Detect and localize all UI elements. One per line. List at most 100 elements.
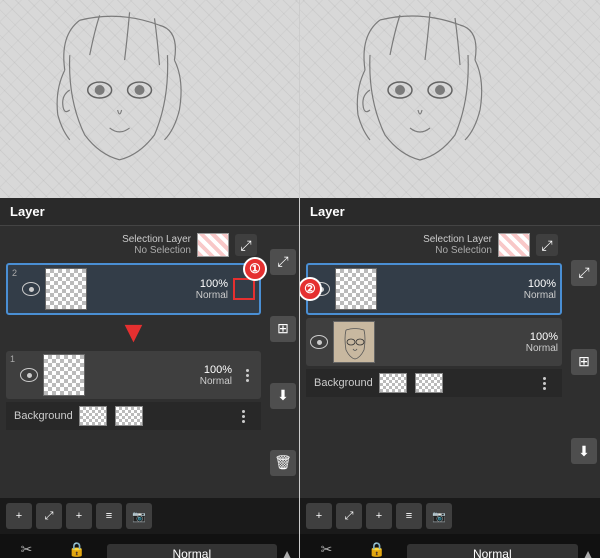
layer-info-1-p2: 100% Normal [380, 331, 558, 354]
footer-tab-clipping-p2[interactable]: ✂ Clipping [306, 539, 347, 558]
selection-layer-icon-2[interactable]: ⤢ [536, 234, 558, 256]
side-transform-icon-p1[interactable]: ⊞ [270, 316, 296, 342]
selection-layer-info-2: Selection Layer No Selection [423, 234, 492, 256]
camera-btn-p2[interactable]: 📷 [426, 503, 452, 529]
side-download-icon-p2[interactable]: ⬇ [571, 438, 597, 464]
selection-layer-title-2: Selection Layer [423, 234, 492, 245]
layer-header-label-2: Layer [310, 204, 345, 219]
footer-tab-alphalock-p1[interactable]: 🔒 Alpha Lock [51, 539, 103, 558]
more-dots-bg-p1[interactable] [233, 406, 253, 426]
layer-side-icons-p1: ⤢ ⊞ ⬇ 🗑 [267, 226, 299, 498]
bg-label-p2: Background [314, 377, 373, 389]
layer-info-2-p1: 100% Normal [92, 278, 228, 301]
bg-thumb2-p2 [415, 373, 443, 393]
selection-layer-row-2: Selection Layer No Selection ⤢ [306, 230, 562, 260]
layer-panel-1: Layer Selection Layer No Selection ⤢ 2 [0, 198, 299, 558]
bg-label-p1: Background [14, 410, 73, 422]
camera-btn-p1[interactable]: 📷 [126, 503, 152, 529]
layer-blend-1-p1: Normal [200, 376, 232, 387]
arrow-container-p1: ▼ [6, 318, 261, 348]
layer-panel-header-1: Layer [0, 198, 299, 226]
side-trash-icon-p1[interactable]: 🗑 [270, 450, 296, 476]
selection-layer-sub-2: No Selection [423, 245, 492, 256]
layer-row-2-panel1[interactable]: 2 100% Normal ① [6, 263, 261, 315]
layer-opacity-1-p1: 100% [204, 364, 232, 376]
badge-1: ① [243, 257, 267, 281]
layer-header-label-1: Layer [10, 204, 45, 219]
footer-tab-clipping-p1[interactable]: ✂ Clipping [6, 539, 47, 558]
layer-info-2-p2: 100% Normal [382, 278, 556, 301]
merge-layer-btn-p2[interactable]: + [366, 503, 392, 529]
bottom-toolbar-p1: + ⤢ + ≡ 📷 [0, 498, 299, 534]
layer-thumb-1-p2 [333, 321, 375, 363]
copy-layer-btn-p1[interactable]: ⤢ [36, 503, 62, 529]
layer-row-1-panel2[interactable]: 100% Normal [306, 318, 562, 366]
layer-content-1: Selection Layer No Selection ⤢ 2 100% [0, 226, 299, 498]
eye-icon-1-p1[interactable] [20, 368, 38, 382]
layer-side-icons-p2: ⤢ ⊞ ⬇ [568, 226, 600, 498]
layer-info-1-p1: 100% Normal [90, 364, 232, 387]
alphalock-icon-p2: 🔒 [368, 541, 385, 558]
layer-thumb-2-p2 [335, 268, 377, 310]
bg-thumb-p2 [379, 373, 407, 393]
panel-1: Layer Selection Layer No Selection ⤢ 2 [0, 0, 300, 558]
selection-layer-thumb-1 [197, 233, 229, 257]
layer-row-1-panel1[interactable]: 1 100% Normal [6, 351, 261, 399]
bottom-toolbar-p2: + ⤢ + ≡ 📷 [300, 498, 600, 534]
chevron-up-p1[interactable]: ▲ [281, 547, 293, 558]
layer-opacity-2-p2: 100% [528, 278, 556, 290]
selection-layer-icon-1[interactable]: ⤢ [235, 234, 257, 256]
clipping-icon-p2: ✂ [321, 541, 333, 558]
layer-panel-2: Layer Selection Layer No Selection ⤢ ② [300, 198, 600, 558]
background-row-p1: Background [6, 402, 261, 430]
layer-blend-2-p1: Normal [196, 290, 228, 301]
more-dots-1-p1[interactable] [237, 365, 257, 385]
sketch-area-1 [0, 0, 299, 200]
layer-opacity-2-p1: 100% [200, 278, 228, 290]
chevron-up-p2[interactable]: ▲ [582, 547, 594, 558]
footer-bar-p1: ✂ Clipping 🔒 Alpha Lock Normal ▲ [0, 534, 299, 558]
background-row-p2: Background [306, 369, 562, 397]
badge-2: ② [300, 277, 322, 301]
side-download-icon-p1[interactable]: ⬇ [270, 383, 296, 409]
bg-thumb-p1 [79, 406, 107, 426]
layer-row-2-panel2[interactable]: ② 100% Normal [306, 263, 562, 315]
layer-blend-1-p2: Normal [526, 343, 558, 354]
layer-thumb-1-p1 [43, 354, 85, 396]
side-move-icon-p2[interactable]: ⤢ [571, 260, 597, 286]
layer-blend-2-p2: Normal [524, 290, 556, 301]
selection-layer-row-1: Selection Layer No Selection ⤢ [6, 230, 261, 260]
flatten-btn-p1[interactable]: ≡ [96, 503, 122, 529]
side-transform-icon-p2[interactable]: ⊞ [571, 349, 597, 375]
footer-bar-p2: ✂ Clipping 🔒 Alpha Lock Normal ▲ ③ [300, 534, 600, 558]
eye-icon-2-p1[interactable] [22, 282, 40, 296]
red-arrow-p1: ▼ [119, 318, 149, 348]
layer-thumb-border-2-p1 [233, 278, 255, 300]
eye-icon-1-p2[interactable] [310, 335, 328, 349]
footer-tab-alphalock-p2[interactable]: 🔒 Alpha Lock [351, 539, 403, 558]
bg-thumb2-p1 [115, 406, 143, 426]
panel-2: Layer Selection Layer No Selection ⤢ ② [300, 0, 600, 558]
layer-panel-header-2: Layer [300, 198, 600, 226]
selection-layer-title-1: Selection Layer [122, 234, 191, 245]
side-move-icon-p1[interactable]: ⤢ [270, 249, 296, 275]
layer-opacity-1-p2: 100% [530, 331, 558, 343]
selection-layer-thumb-2 [498, 233, 530, 257]
layer-num-2-p1: 2 [12, 268, 17, 278]
alphalock-icon-p1: 🔒 [68, 541, 85, 558]
layer-num-1-p1: 1 [10, 354, 15, 364]
flatten-btn-p2[interactable]: ≡ [396, 503, 422, 529]
merge-layer-btn-p1[interactable]: + [66, 503, 92, 529]
layer-list-2: Selection Layer No Selection ⤢ ② 100% [300, 226, 568, 498]
layer-content-2: Selection Layer No Selection ⤢ ② 100% [300, 226, 600, 498]
sketch-area-2 [300, 0, 600, 200]
copy-layer-btn-p2[interactable]: ⤢ [336, 503, 362, 529]
more-dots-bg-p2[interactable] [534, 373, 554, 393]
selection-layer-sub-1: No Selection [122, 245, 191, 256]
layer-list-1: Selection Layer No Selection ⤢ 2 100% [0, 226, 267, 498]
add-layer-btn-p1[interactable]: + [6, 503, 32, 529]
add-layer-btn-p2[interactable]: + [306, 503, 332, 529]
blend-mode-p2[interactable]: Normal [407, 544, 579, 558]
blend-mode-p1[interactable]: Normal [107, 544, 278, 558]
selection-layer-info-1: Selection Layer No Selection [122, 234, 191, 256]
